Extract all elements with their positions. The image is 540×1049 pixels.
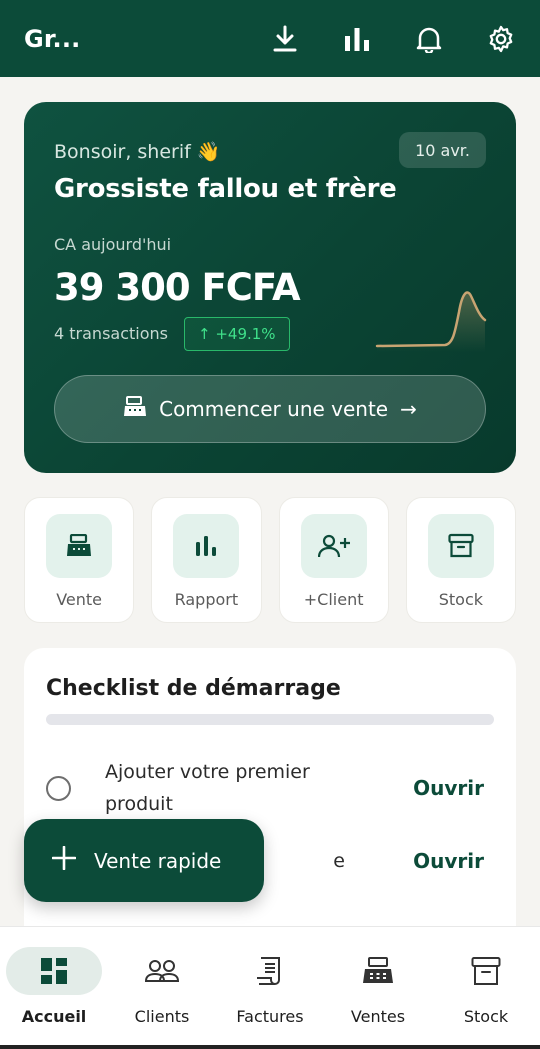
checklist-item: Ajouter votre premier produit Ouvrir bbox=[46, 756, 494, 820]
download-icon[interactable] bbox=[268, 22, 302, 56]
revenue-sparkline bbox=[375, 291, 487, 352]
quick-action-label: +Client bbox=[303, 590, 364, 609]
archive-icon bbox=[427, 514, 494, 578]
quick-sale-label: Vente rapide bbox=[94, 848, 222, 873]
revenue-amount: 39 300 FCFA bbox=[54, 266, 301, 309]
open-button[interactable]: Ouvrir bbox=[413, 849, 484, 873]
checklist-item-text: Ajouter votre premier produit bbox=[105, 761, 310, 815]
quick-sale-button[interactable]: Vente rapide bbox=[24, 819, 264, 902]
invoice-icon bbox=[222, 947, 318, 995]
nav-label: Factures bbox=[236, 1007, 304, 1026]
checklist-radio[interactable] bbox=[46, 775, 71, 801]
bell-icon[interactable] bbox=[412, 22, 446, 56]
nav-item-accueil[interactable]: Accueil bbox=[0, 927, 108, 1049]
bar-chart-icon bbox=[173, 514, 240, 578]
start-sale-label: Commencer une vente bbox=[159, 397, 389, 421]
dashboard-icon bbox=[6, 947, 102, 995]
quick-action-label: Stock bbox=[438, 590, 484, 609]
nav-label: Stock bbox=[463, 1007, 509, 1026]
nav-item-factures[interactable]: Factures bbox=[216, 927, 324, 1049]
register-icon bbox=[330, 947, 426, 995]
nav-label: Accueil bbox=[21, 1007, 87, 1026]
revenue-label: CA aujourd'hui bbox=[54, 235, 172, 254]
transaction-count: 4 transactions bbox=[54, 324, 168, 343]
system-home-bar bbox=[0, 1045, 540, 1049]
nav-item-ventes[interactable]: Ventes bbox=[324, 927, 432, 1049]
gear-icon[interactable] bbox=[484, 22, 518, 56]
quick-action-label: Vente bbox=[56, 590, 103, 609]
daily-summary-card: Bonsoir, sherif 👋 10 avr. Grossiste fall… bbox=[24, 102, 516, 473]
start-sale-button[interactable]: Commencer une vente → bbox=[54, 375, 486, 443]
nav-label: Ventes bbox=[350, 1007, 406, 1026]
quick-action-rapport[interactable]: Rapport bbox=[151, 497, 262, 623]
date-chip: 10 avr. bbox=[399, 132, 486, 168]
app-bar: Gr... bbox=[0, 0, 540, 77]
growth-badge: ↑ +49.1% bbox=[184, 317, 290, 351]
users-icon bbox=[114, 947, 210, 995]
register-icon bbox=[46, 514, 113, 578]
greeting: Bonsoir, sherif 👋 bbox=[54, 141, 221, 163]
open-button[interactable]: Ouvrir bbox=[413, 776, 484, 800]
nav-item-stock[interactable]: Stock bbox=[432, 927, 540, 1049]
onboarding-checklist: Checklist de démarrage Ajouter votre pre… bbox=[24, 648, 516, 948]
plus-icon bbox=[51, 845, 77, 875]
archive-icon bbox=[438, 947, 534, 995]
checklist-progress bbox=[46, 714, 494, 725]
app-bar-actions bbox=[268, 22, 518, 56]
add-user-icon bbox=[300, 514, 367, 578]
register-icon bbox=[123, 395, 147, 423]
quick-action-label: Rapport bbox=[174, 590, 239, 609]
arrow-right-icon: → bbox=[400, 397, 417, 421]
app-title: Gr... bbox=[24, 24, 81, 53]
business-name: Grossiste fallou et frère bbox=[54, 174, 397, 204]
bottom-navigation: Accueil Clients Factures Ventes Stock bbox=[0, 926, 540, 1049]
checklist-title: Checklist de démarrage bbox=[46, 676, 341, 701]
quick-action-client[interactable]: +Client bbox=[278, 497, 389, 623]
quick-action-stock[interactable]: Stock bbox=[405, 497, 516, 623]
nav-item-clients[interactable]: Clients bbox=[108, 927, 216, 1049]
nav-label: Clients bbox=[134, 1007, 190, 1026]
quick-action-vente[interactable]: Vente bbox=[24, 497, 135, 623]
quick-actions: Vente Rapport +Client Stock bbox=[24, 497, 516, 623]
bar-chart-icon[interactable] bbox=[340, 22, 374, 56]
